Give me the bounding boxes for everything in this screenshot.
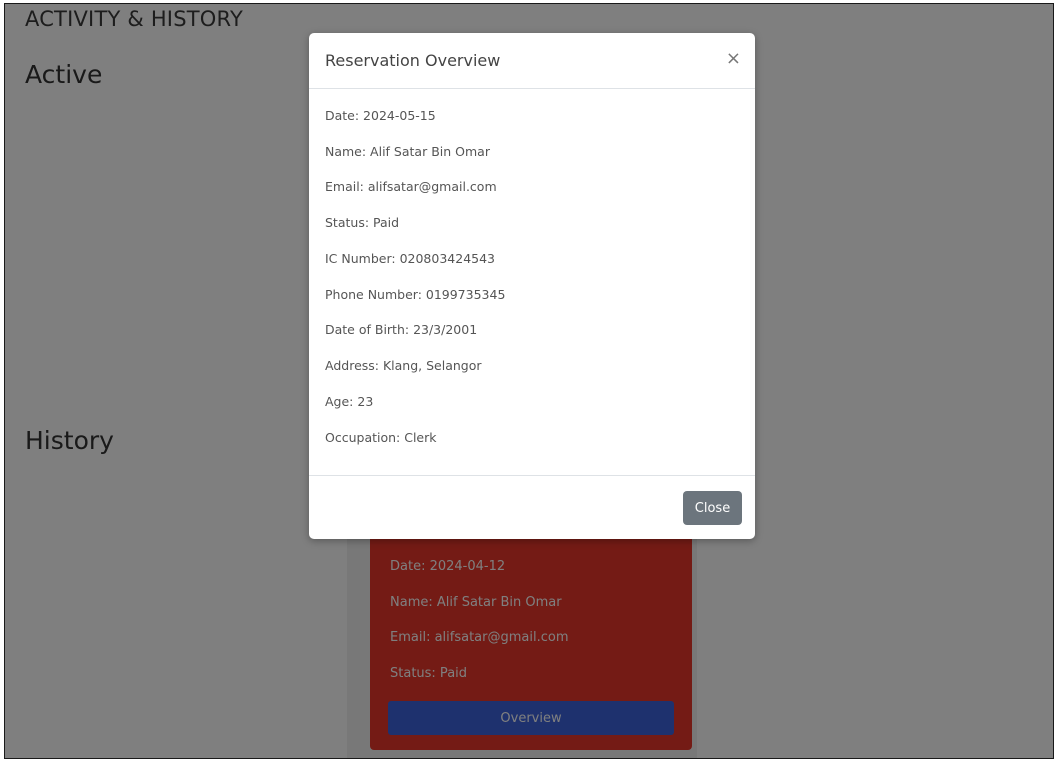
field-ic-number: IC Number: 020803424543 — [325, 251, 496, 266]
field-address: Address: Klang, Selangor — [325, 358, 482, 373]
browser-viewport: ACTIVITY & HISTORY Active History Date: … — [4, 3, 1054, 759]
close-icon[interactable]: × — [726, 48, 741, 69]
field-date-of-birth: Date of Birth: 23/3/2001 — [325, 322, 478, 337]
reservation-overview-modal: Reservation Overview × Date: 2024-05-15 … — [309, 33, 755, 539]
field-email: Email: alifsatar@gmail.com — [325, 179, 497, 194]
field-date: Date: 2024-05-15 — [325, 108, 436, 123]
field-status: Status: Paid — [325, 215, 400, 230]
field-occupation: Occupation: Clerk — [325, 430, 437, 445]
close-button[interactable]: Close — [683, 491, 742, 525]
field-phone-number: Phone Number: 0199735345 — [325, 287, 506, 302]
modal-footer: Close — [309, 475, 755, 540]
field-name: Name: Alif Satar Bin Omar — [325, 144, 490, 159]
modal-header: Reservation Overview × — [309, 33, 755, 89]
field-age: Age: 23 — [325, 394, 374, 409]
modal-title: Reservation Overview — [325, 51, 501, 70]
